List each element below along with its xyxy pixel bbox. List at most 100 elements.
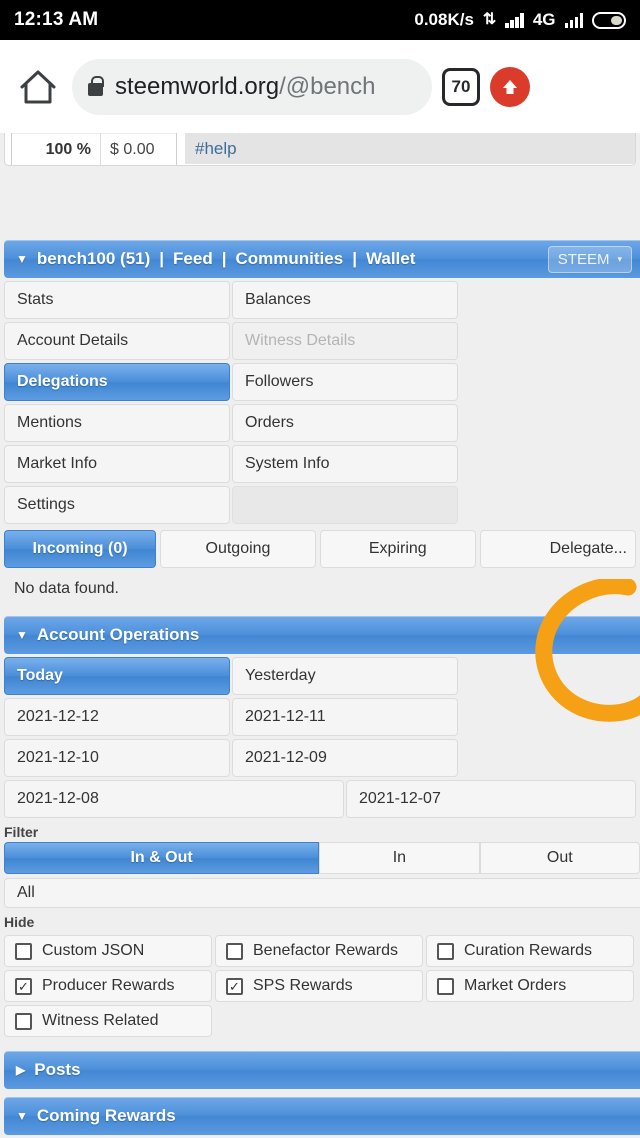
- tab-outgoing[interactable]: Outgoing: [160, 530, 316, 568]
- date-button[interactable]: 2021-12-07: [346, 780, 636, 818]
- coming-rewards-header[interactable]: ▼ Coming Rewards: [4, 1097, 640, 1135]
- checkbox-box[interactable]: [15, 1012, 32, 1030]
- url-bar[interactable]: steemworld.org/@bench: [72, 58, 432, 115]
- url-path: /@bench: [279, 72, 376, 100]
- checkbox-label: Witness Related: [42, 1012, 159, 1029]
- status-clock: 12:13 AM: [14, 9, 99, 30]
- checkbox-label: Curation Rewards: [464, 942, 593, 959]
- checkbox-label: Producer Rewards: [42, 977, 175, 994]
- collapse-caret-icon[interactable]: ▼: [16, 252, 28, 266]
- nav-item-system-info[interactable]: System Info: [232, 445, 458, 483]
- tab-expiring[interactable]: Expiring: [319, 530, 476, 568]
- nav-item-stats[interactable]: Stats: [4, 281, 230, 319]
- section-title: Coming Rewards: [36, 1106, 176, 1125]
- nav-item-followers[interactable]: Followers: [232, 363, 458, 401]
- data-transfer-icon: ⇅: [482, 11, 497, 28]
- date-button[interactable]: 2021-12-08: [4, 780, 344, 818]
- account-name-link[interactable]: bench100 (51): [37, 249, 150, 269]
- filter-in[interactable]: In: [319, 842, 480, 874]
- table-row: 100 % $ 0.00: [12, 134, 176, 165]
- signal-bars-icon: [505, 12, 524, 28]
- tag-item[interactable]: #help: [185, 133, 635, 165]
- account-header-bar[interactable]: ▼ bench100 (51) | Feed | Communities | W…: [4, 240, 640, 278]
- date-button-today[interactable]: Today: [4, 657, 230, 695]
- nav-item-market-info[interactable]: Market Info: [4, 445, 230, 483]
- nav-item-account-details[interactable]: Account Details: [4, 322, 230, 360]
- percent-cell: 100 %: [45, 141, 91, 158]
- checkbox-witness-related[interactable]: Witness Related: [4, 1005, 212, 1037]
- status-indicators: 0.08K/s ⇅ 4G: [414, 10, 626, 30]
- tab-count-button[interactable]: 70: [442, 67, 480, 106]
- nav-item-witness-details: Witness Details: [232, 322, 458, 360]
- top-summary-card: 50 % $ 0.00 75 % $ 0.00 100 % $ 0.00 #co…: [4, 133, 636, 166]
- network-speed-label: 0.08K/s: [414, 10, 474, 29]
- lock-icon: [88, 75, 104, 96]
- checkbox-label: SPS Rewards: [253, 977, 353, 994]
- filter-label: Filter: [4, 824, 39, 840]
- collapse-caret-icon[interactable]: ▼: [16, 1109, 28, 1123]
- checkbox-box[interactable]: [226, 942, 243, 960]
- separator: |: [352, 249, 357, 268]
- section-title: Account Operations: [36, 625, 200, 644]
- checkbox-box[interactable]: [437, 977, 454, 995]
- currency-label: STEEM: [557, 250, 610, 268]
- collapse-caret-icon[interactable]: ▼: [16, 628, 28, 642]
- percent-value-table: 50 % $ 0.00 75 % $ 0.00 100 % $ 0.00: [11, 133, 177, 165]
- feed-link[interactable]: Feed: [173, 249, 213, 269]
- nav-item-mentions[interactable]: Mentions: [4, 404, 230, 442]
- date-button[interactable]: 2021-12-10: [4, 739, 230, 777]
- android-status-bar: 12:13 AM 0.08K/s ⇅ 4G: [0, 0, 640, 40]
- account-links: bench100 (51) | Feed | Communities | Wal…: [37, 249, 416, 269]
- currency-selector[interactable]: STEEM ▾: [547, 245, 632, 273]
- checkbox-label: Custom JSON: [42, 942, 145, 959]
- network-type-label: 4G: [532, 10, 556, 29]
- checkbox-producer-rewards[interactable]: ✓ Producer Rewards: [4, 970, 212, 1002]
- separator: |: [159, 249, 165, 268]
- checkbox-sps-rewards[interactable]: ✓ SPS Rewards: [215, 970, 423, 1002]
- wallet-link[interactable]: Wallet: [366, 249, 415, 269]
- date-button[interactable]: 2021-12-11: [232, 698, 458, 736]
- filter-segmented-control: In & Out In Out: [0, 842, 640, 874]
- checkbox-benefactor-rewards[interactable]: Benefactor Rewards: [215, 935, 423, 967]
- nav-item-balances[interactable]: Balances: [232, 281, 458, 319]
- date-button[interactable]: 2021-12-12: [4, 698, 230, 736]
- webpage-content: 50 % $ 0.00 75 % $ 0.00 100 % $ 0.00 #co…: [0, 133, 640, 1138]
- date-button-yesterday[interactable]: Yesterday: [232, 657, 458, 695]
- nav-item-empty: [232, 486, 458, 524]
- delegation-tabs: Incoming (0) Outgoing Expiring Delegate.…: [0, 530, 640, 568]
- tab-delegate[interactable]: Delegate...: [479, 530, 636, 568]
- operation-type-select[interactable]: All: [4, 878, 640, 908]
- account-nav-grid: Stats Balances Account Details Witness D…: [0, 278, 640, 524]
- account-operations-header[interactable]: ▼ Account Operations: [4, 616, 640, 654]
- checkbox-custom-json[interactable]: Custom JSON: [4, 935, 212, 967]
- browser-toolbar: steemworld.org/@bench 70: [0, 40, 640, 133]
- date-filter-grid: Today Yesterday 2021-12-12 2021-12-11 20…: [0, 654, 640, 818]
- date-button[interactable]: 2021-12-09: [232, 739, 458, 777]
- expand-caret-icon[interactable]: ▶: [16, 1063, 25, 1077]
- nav-item-orders[interactable]: Orders: [232, 404, 458, 442]
- checkbox-box-checked[interactable]: ✓: [226, 977, 243, 995]
- nav-item-delegations[interactable]: Delegations: [4, 363, 230, 401]
- url-domain: steemworld.org: [115, 72, 280, 100]
- chevron-down-icon: ▾: [617, 253, 622, 264]
- tab-incoming[interactable]: Incoming (0): [4, 530, 157, 568]
- communities-link[interactable]: Communities: [236, 249, 344, 269]
- tag-list: #contest #news #help: [185, 133, 635, 165]
- checkbox-box[interactable]: [437, 942, 454, 960]
- checkbox-box[interactable]: [15, 942, 32, 960]
- delegations-empty-message: No data found.: [14, 580, 119, 597]
- home-icon[interactable]: [14, 68, 62, 106]
- checkbox-box-checked[interactable]: ✓: [15, 977, 32, 995]
- checkbox-market-orders[interactable]: Market Orders: [426, 970, 634, 1002]
- checkbox-label: Market Orders: [464, 977, 567, 994]
- checkbox-label: Benefactor Rewards: [253, 942, 398, 959]
- up-arrow-icon[interactable]: [490, 66, 530, 107]
- url-text: steemworld.org/@bench: [115, 73, 375, 101]
- posts-header[interactable]: ▶ Posts: [4, 1051, 640, 1089]
- value-cell: $ 0.00: [100, 134, 176, 165]
- checkbox-curation-rewards[interactable]: Curation Rewards: [426, 935, 634, 967]
- nav-item-settings[interactable]: Settings: [4, 486, 230, 524]
- signal-bars-icon-2: [564, 12, 583, 28]
- filter-out[interactable]: Out: [479, 842, 640, 874]
- filter-in-and-out[interactable]: In & Out: [4, 842, 320, 874]
